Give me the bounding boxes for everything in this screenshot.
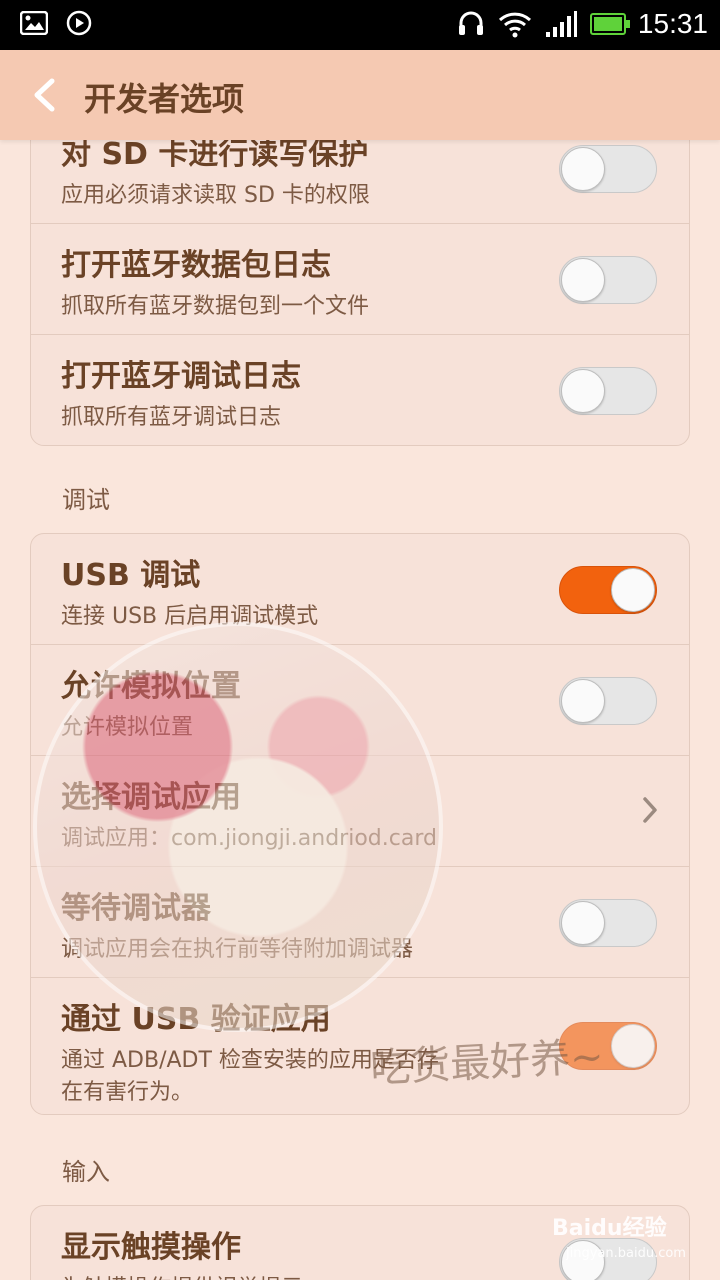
setting-row-verify-apps[interactable]: 通过 USB 验证应用 通过 ADB/ADT 检查安装的应用是否存 在有害行为。 bbox=[31, 977, 689, 1114]
setting-subtitle: 调试应用会在执行前等待附加调试器 bbox=[61, 937, 414, 962]
toggle-knob bbox=[561, 147, 605, 191]
setting-title: 显示触摸操作 bbox=[61, 1230, 241, 1265]
setting-subtitle-line2: 在有害行为。 bbox=[61, 1080, 194, 1105]
toggle-knob bbox=[611, 568, 655, 612]
setting-title: 对 SD 卡进行读写保护 bbox=[61, 140, 369, 172]
status-time: 15:31 bbox=[637, 8, 708, 39]
setting-title: 允许模拟位置 bbox=[61, 669, 241, 704]
setting-subtitle: 连接 USB 后启用调试模式 bbox=[61, 604, 319, 629]
toggle-switch[interactable] bbox=[559, 145, 657, 193]
signal-icon bbox=[545, 11, 577, 37]
toggle-switch[interactable] bbox=[559, 677, 657, 725]
setting-title: 通过 USB 验证应用 bbox=[61, 1002, 331, 1037]
setting-title: 打开蓝牙数据包日志 bbox=[61, 248, 331, 283]
wifi-icon bbox=[498, 12, 531, 38]
toggle-knob bbox=[561, 369, 605, 413]
setting-subtitle: 为触摸操作提供视觉提示 bbox=[61, 1270, 303, 1280]
toggle-knob bbox=[561, 1240, 605, 1280]
toggle-switch[interactable] bbox=[559, 1022, 657, 1070]
setting-row-bt-packet-log[interactable]: 打开蓝牙数据包日志 抓取所有蓝牙数据包到一个文件 bbox=[31, 223, 689, 334]
app-header: 开发者选项 bbox=[0, 50, 720, 140]
setting-subtitle: 抓取所有蓝牙数据包到一个文件 bbox=[61, 294, 370, 319]
setting-subtitle: 抓取所有蓝牙调试日志 bbox=[61, 405, 282, 430]
setting-title: 等待调试器 bbox=[61, 891, 211, 926]
toggle-knob bbox=[561, 679, 605, 723]
setting-subtitle: 应用必须请求读取 SD 卡的权限 bbox=[61, 183, 370, 208]
setting-subtitle: 调试应用：com.jiongji.andriod.card bbox=[61, 826, 437, 851]
setting-row-show-touches[interactable]: 显示触摸操作 为触摸操作提供视觉提示 bbox=[31, 1206, 689, 1280]
toggle-knob bbox=[561, 258, 605, 302]
settings-group-debug: USB 调试 连接 USB 后启用调试模式 允许模拟位置 允许模拟位置 选择调试… bbox=[30, 533, 690, 1115]
setting-title: 选择调试应用 bbox=[61, 780, 241, 815]
toggle-knob bbox=[611, 1024, 655, 1068]
toggle-switch[interactable] bbox=[559, 899, 657, 947]
status-bar: 15:31 bbox=[0, 0, 720, 50]
toggle-switch[interactable] bbox=[559, 566, 657, 614]
section-label-input: 输入 bbox=[62, 1158, 110, 1186]
toggle-switch[interactable] bbox=[559, 1238, 657, 1280]
toggle-switch[interactable] bbox=[559, 367, 657, 415]
setting-row-usb-debug[interactable]: USB 调试 连接 USB 后启用调试模式 bbox=[31, 534, 689, 644]
setting-subtitle: 允许模拟位置 bbox=[61, 715, 194, 740]
image-notification-icon bbox=[20, 11, 48, 35]
headset-icon bbox=[458, 11, 483, 35]
setting-row-wait-debugger[interactable]: 等待调试器 调试应用会在执行前等待附加调试器 bbox=[31, 866, 689, 977]
setting-subtitle: 通过 ADB/ADT 检查安装的应用是否存 bbox=[61, 1048, 439, 1073]
settings-group-storage-bluetooth: 对 SD 卡进行读写保护 应用必须请求读取 SD 卡的权限 打开蓝牙数据包日志 … bbox=[30, 140, 690, 446]
setting-row-debug-app[interactable]: 选择调试应用 调试应用：com.jiongji.andriod.card bbox=[31, 755, 689, 866]
settings-list[interactable]: 对 SD 卡进行读写保护 应用必须请求读取 SD 卡的权限 打开蓝牙数据包日志 … bbox=[0, 140, 720, 1280]
setting-row-sd-protect[interactable]: 对 SD 卡进行读写保护 应用必须请求读取 SD 卡的权限 bbox=[31, 140, 689, 223]
toggle-knob bbox=[561, 901, 605, 945]
section-label-debug: 调试 bbox=[62, 486, 110, 514]
play-notification-icon bbox=[66, 10, 92, 36]
chevron-left-icon[interactable] bbox=[30, 78, 58, 112]
setting-title: 打开蓝牙调试日志 bbox=[61, 359, 301, 394]
toggle-switch[interactable] bbox=[559, 256, 657, 304]
setting-title: USB 调试 bbox=[61, 558, 201, 593]
battery-icon bbox=[589, 13, 630, 35]
settings-group-input: 显示触摸操作 为触摸操作提供视觉提示 bbox=[30, 1205, 690, 1280]
chevron-right-icon bbox=[643, 797, 657, 823]
page-title: 开发者选项 bbox=[84, 80, 245, 118]
setting-row-mock-location[interactable]: 允许模拟位置 允许模拟位置 bbox=[31, 644, 689, 755]
setting-row-bt-debug-log[interactable]: 打开蓝牙调试日志 抓取所有蓝牙调试日志 bbox=[31, 334, 689, 445]
